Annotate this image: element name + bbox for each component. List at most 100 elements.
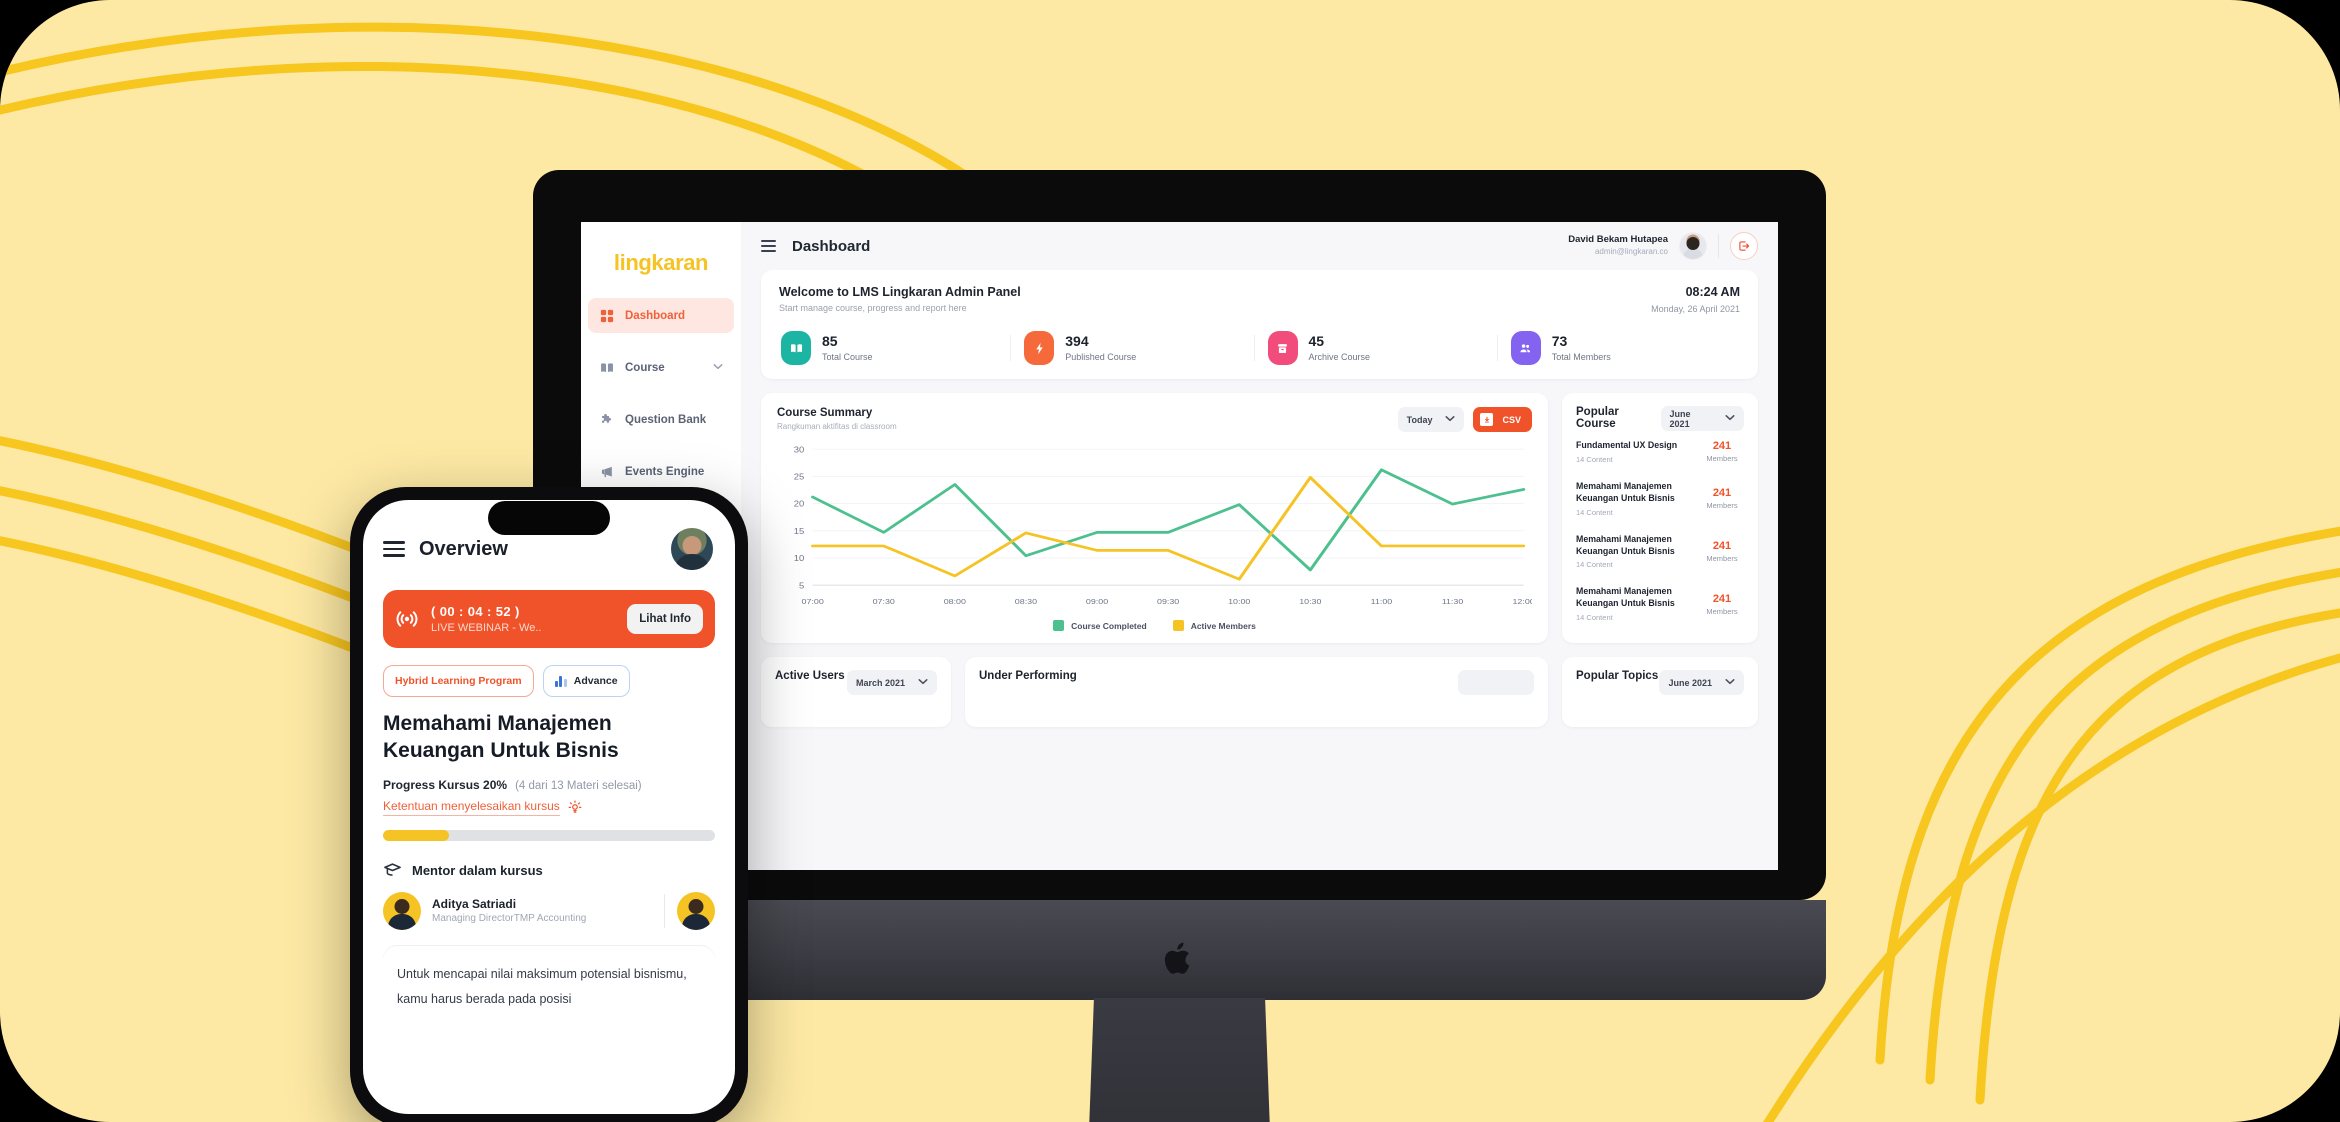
tag-advance[interactable]: Advance bbox=[542, 665, 630, 697]
phone-screen: Overview ( 00 : 04 : 52 ) LIVE WEBINAR -… bbox=[363, 500, 735, 1114]
course-members: 241 Members bbox=[1700, 487, 1744, 510]
stats-row: 85 Total Course 394 Published Course 45 … bbox=[779, 331, 1740, 365]
card-actions: June 2021 bbox=[1659, 670, 1744, 695]
dashboard-app: lingkaran Dashboard Course Question Bank… bbox=[581, 222, 1778, 870]
course-members: 241 Members bbox=[1700, 593, 1744, 616]
list-item[interactable]: Memahami Manajemen Keuangan Untuk Bisnis… bbox=[1576, 472, 1744, 525]
stat-text: 394 Published Course bbox=[1065, 332, 1136, 362]
progress-bar bbox=[383, 829, 715, 841]
tag-hybrid-learning-program[interactable]: Hybrid Learning Program bbox=[383, 665, 534, 697]
sidebar-item-events-engine[interactable]: Events Engine bbox=[588, 454, 734, 489]
course-content-count: 14 Content bbox=[1576, 507, 1613, 517]
period-select[interactable] bbox=[1458, 670, 1534, 695]
y-axis-tick: 20 bbox=[794, 499, 805, 508]
members-label: Members bbox=[1706, 606, 1738, 616]
list-item[interactable]: Aditya Satriadi Managing DirectorTMP Acc… bbox=[383, 891, 652, 930]
card-actions bbox=[1458, 670, 1534, 695]
topbar-right: David Bekam Hutapea admin@lingkaran.co bbox=[1568, 232, 1758, 260]
period-select[interactable]: March 2021 bbox=[846, 670, 937, 695]
legend-label: Active Members bbox=[1190, 620, 1256, 631]
period-select-value: June 2021 bbox=[1668, 677, 1712, 688]
course-info: Fundamental UX Design 14 Content bbox=[1576, 440, 1700, 464]
avatar[interactable] bbox=[677, 891, 715, 930]
course-members: 241 Members bbox=[1700, 540, 1744, 563]
chevron-down-icon bbox=[918, 678, 928, 687]
csv-export-button[interactable]: CSV bbox=[1473, 407, 1532, 432]
y-axis-tick: 5 bbox=[799, 581, 804, 590]
chart-series-active-members bbox=[811, 476, 1526, 581]
stat-value: 394 bbox=[1065, 332, 1089, 349]
y-axis-tick: 15 bbox=[794, 527, 805, 536]
mentor-section-header: Mentor dalam kursus bbox=[383, 861, 715, 880]
members-count: 241 bbox=[1712, 440, 1732, 453]
logout-icon[interactable] bbox=[1730, 232, 1758, 260]
legend-label: Course Completed bbox=[1071, 620, 1147, 631]
avatar[interactable] bbox=[669, 526, 715, 572]
page-title: Overview bbox=[419, 537, 508, 560]
page-title: Dashboard bbox=[792, 237, 871, 255]
stat-archive-course[interactable]: 45 Archive Course bbox=[1253, 331, 1497, 365]
avatar[interactable] bbox=[1679, 232, 1707, 260]
stat-value: 73 bbox=[1551, 332, 1568, 349]
screenshot-stage: lingkaran Dashboard Course Question Bank… bbox=[0, 0, 2340, 1122]
range-select[interactable]: Today bbox=[1397, 407, 1465, 432]
divider bbox=[664, 893, 665, 928]
course-content-count: 14 Content bbox=[1576, 454, 1613, 464]
sidebar-item-label: Course bbox=[625, 361, 665, 374]
avatar bbox=[383, 891, 421, 930]
y-axis-tick: 30 bbox=[794, 445, 805, 454]
brand-name: lingkaran bbox=[613, 250, 709, 275]
chevron-down-icon bbox=[1445, 415, 1456, 424]
mentor-role: Managing DirectorTMP Accounting bbox=[432, 913, 587, 925]
x-axis-tick: 11:30 bbox=[1442, 598, 1464, 606]
list-item[interactable]: Memahami Manajemen Keuangan Untuk Bisnis… bbox=[1576, 525, 1744, 578]
x-axis-tick: 11:00 bbox=[1371, 598, 1393, 606]
tag-label: Advance bbox=[573, 675, 618, 687]
hamburger-icon[interactable] bbox=[383, 541, 405, 557]
members-label: Members bbox=[1706, 554, 1738, 564]
card-header: Popular Course June 2021 bbox=[1576, 406, 1744, 431]
hamburger-icon[interactable] bbox=[761, 240, 776, 252]
list-item[interactable]: Memahami Manajemen Keuangan Untuk Bisnis… bbox=[1576, 577, 1744, 630]
stat-total-course[interactable]: 85 Total Course bbox=[779, 331, 1010, 365]
card-title: Popular Topics bbox=[1576, 670, 1659, 682]
stat-value: 85 bbox=[822, 332, 838, 349]
chevron-down-icon[interactable] bbox=[713, 362, 723, 373]
list-item[interactable]: Fundamental UX Design 14 Content 241 Mem… bbox=[1576, 431, 1744, 472]
x-axis-tick: 09:30 bbox=[1157, 598, 1180, 606]
ketentuan-link[interactable]: Ketentuan menyelesaikan kursus bbox=[383, 799, 560, 816]
course-summary-chart: 5 10 15 20 25 30 07:00 07:30 08:00 08:30 09:00 09:3… bbox=[777, 442, 1535, 612]
stat-published-course[interactable]: 394 Published Course bbox=[1010, 331, 1253, 365]
welcome-subtitle: Start manage course, progress and report… bbox=[779, 303, 967, 313]
current-date: Monday, 26 April 2021 bbox=[1651, 304, 1740, 314]
live-webinar-banner[interactable]: ( 00 : 04 : 52 ) LIVE WEBINAR - We.. Lih… bbox=[383, 590, 715, 648]
members-count: 241 bbox=[1712, 487, 1732, 500]
user-info[interactable]: David Bekam Hutapea admin@lingkaran.co bbox=[1568, 234, 1668, 258]
lihat-info-button[interactable]: Lihat Info bbox=[627, 604, 703, 634]
ketentuan-row[interactable]: Ketentuan menyelesaikan kursus bbox=[383, 799, 715, 816]
stat-total-members[interactable]: 73 Total Members bbox=[1496, 331, 1740, 365]
card-title: Under Performing bbox=[979, 670, 1077, 682]
course-members: 241 Members bbox=[1700, 440, 1744, 463]
welcome-card: Welcome to LMS Lingkaran Admin Panel Sta… bbox=[761, 270, 1758, 379]
sidebar-item-course[interactable]: Course bbox=[588, 350, 734, 385]
sidebar-item-dashboard[interactable]: Dashboard bbox=[588, 298, 734, 333]
content-scroll: Welcome to LMS Lingkaran Admin Panel Sta… bbox=[741, 270, 1778, 870]
card-header: Active Users March 2021 bbox=[775, 670, 937, 695]
stat-value: 45 bbox=[1308, 332, 1325, 349]
dynamic-island bbox=[488, 501, 610, 535]
row-chart-popular: Course Summary Rangkuman aktifitas di cl… bbox=[761, 393, 1758, 643]
active-users-card: Active Users March 2021 bbox=[761, 657, 951, 727]
mentor-text: Aditya Satriadi Managing DirectorTMP Acc… bbox=[432, 897, 586, 924]
users-icon bbox=[1510, 331, 1541, 365]
brand-logo[interactable]: lingkaran bbox=[581, 236, 741, 298]
period-select[interactable]: June 2021 bbox=[1659, 670, 1744, 695]
monitor-screen: lingkaran Dashboard Course Question Bank… bbox=[581, 222, 1778, 870]
period-select[interactable]: June 2021 bbox=[1660, 406, 1744, 431]
sidebar-item-question-bank[interactable]: Question Bank bbox=[588, 402, 734, 437]
monitor-stand bbox=[1086, 998, 1273, 1122]
divider bbox=[1718, 234, 1719, 258]
book-icon bbox=[781, 331, 811, 365]
welcome-datetime: 08:24 AM Monday, 26 April 2021 bbox=[1651, 285, 1740, 314]
download-file-icon bbox=[1480, 413, 1494, 426]
